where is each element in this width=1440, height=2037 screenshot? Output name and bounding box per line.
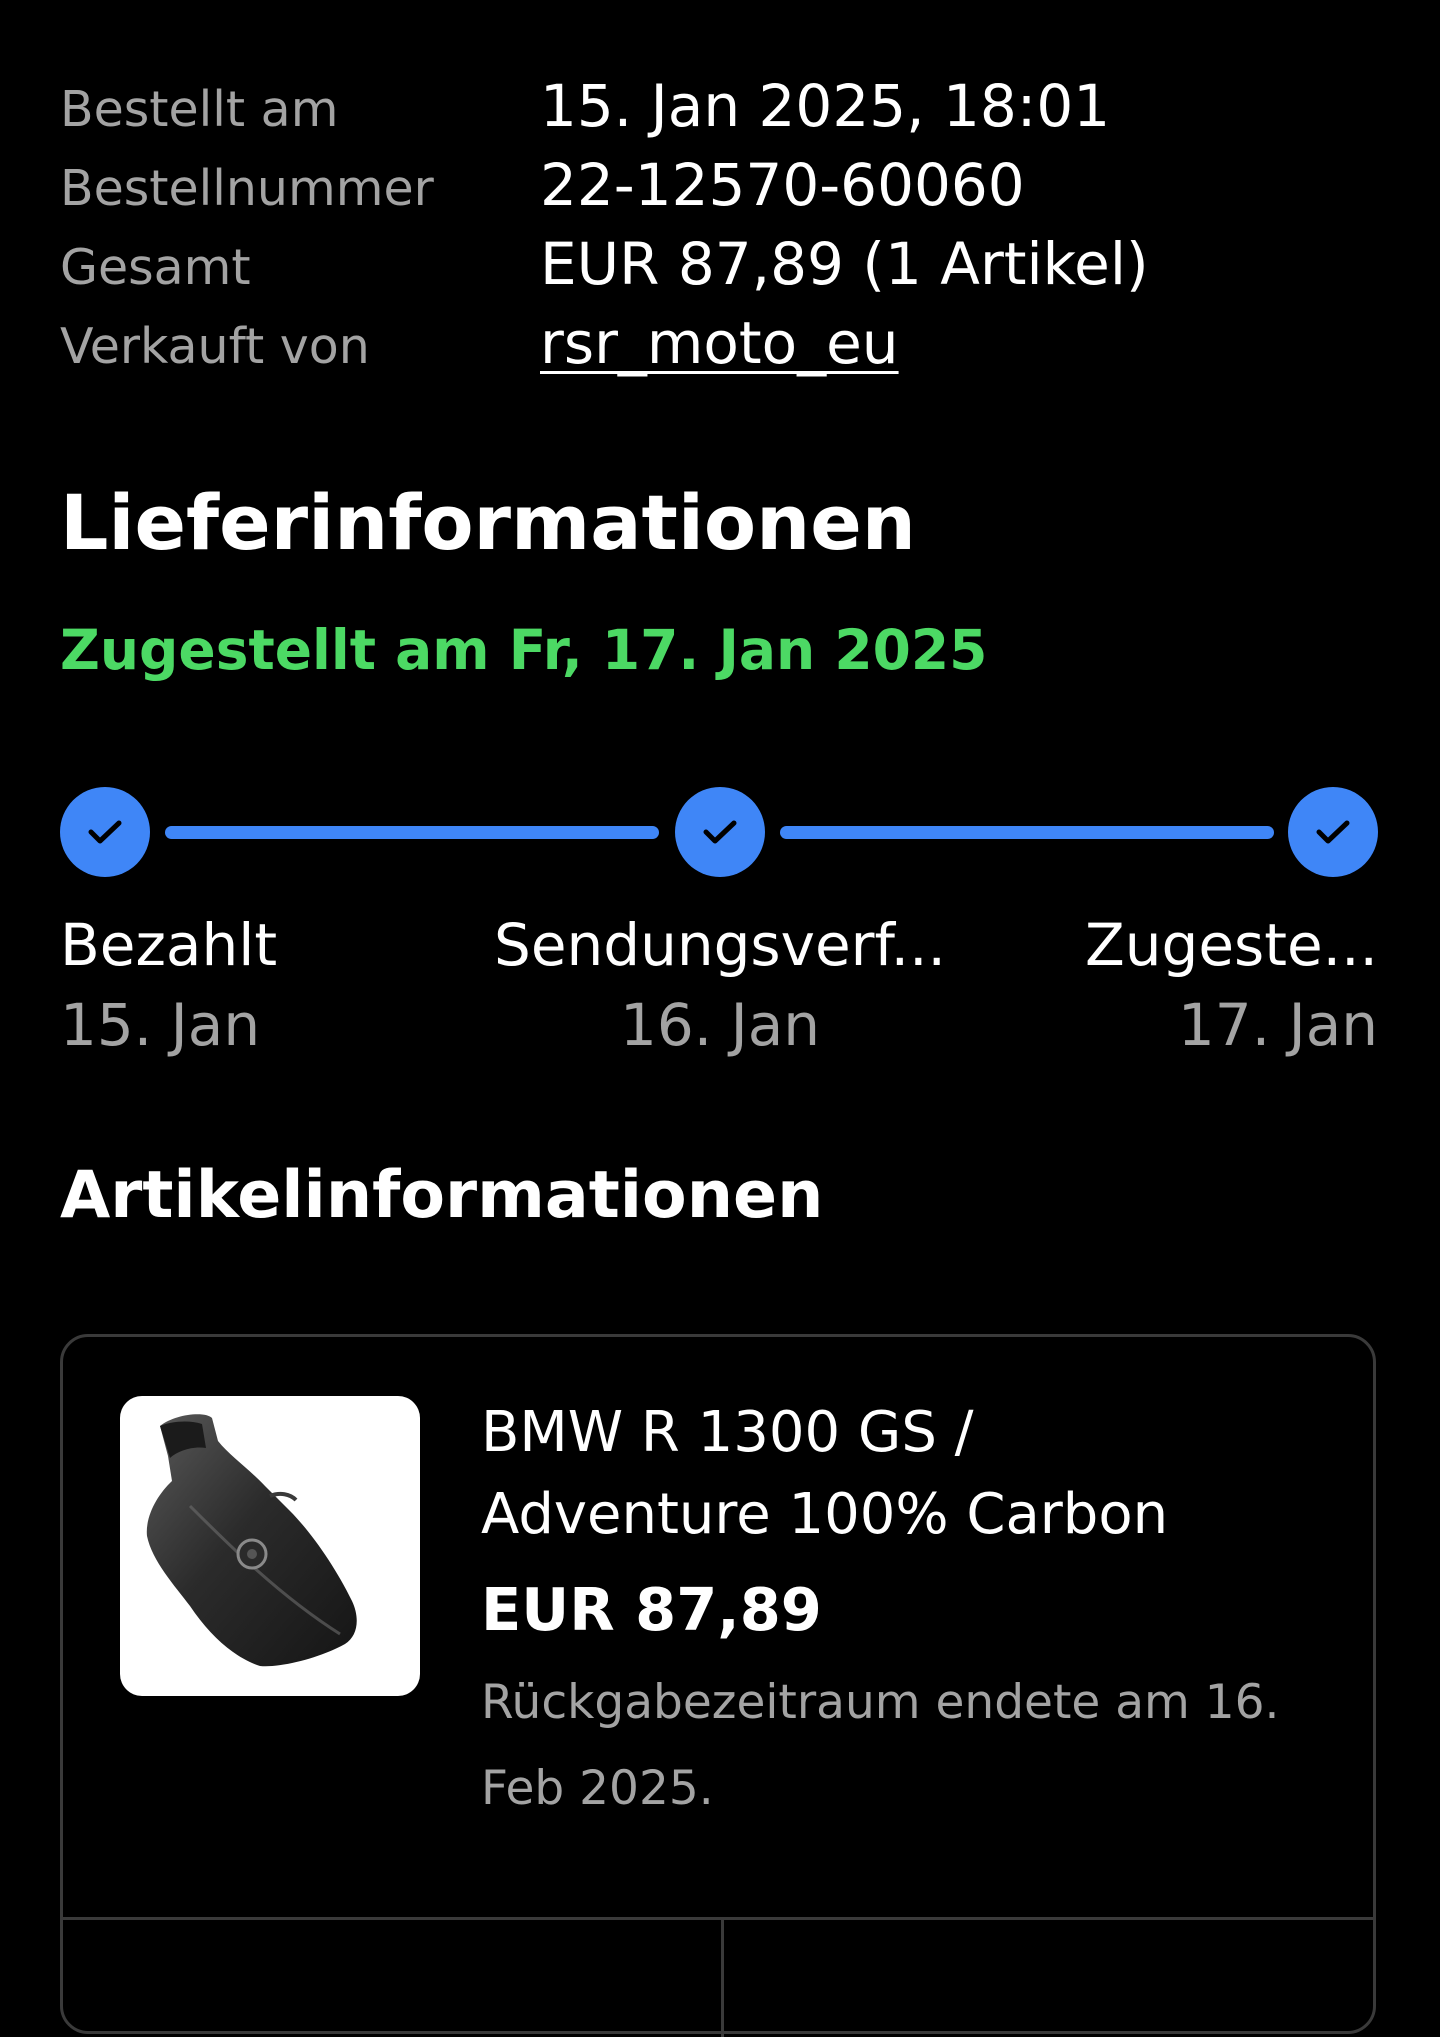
order-total-row: Gesamt EUR 87,89 (1 Artikel) [60,230,1380,309]
card-divider-vertical [721,1917,724,2037]
step-shipped-marker [675,787,765,877]
step-delivered-marker [1288,787,1378,877]
delivery-progress-tracker [60,787,1378,877]
item-name-line-1: BMW R 1300 GS / [481,1400,974,1465]
seller-row: Verkauft von rsr_moto_eu [60,309,1380,388]
check-icon [703,820,737,844]
order-date-label: Bestellt am [60,81,339,138]
step-shipped-label: Sendungsverf... [494,911,946,979]
order-number-row: Bestellnummer 22-12570-60060 [60,151,1380,230]
delivery-section-title: Lieferinformationen [60,478,916,567]
check-icon [1316,820,1350,844]
step-delivered-date: 17. Jan [1177,991,1378,1059]
carbon-part-image [146,1414,357,1667]
item-details: BMW R 1300 GS / Adventure 100% Carbon EU… [481,1392,1331,1832]
item-return-info: Rückgabezeitraum endete am 16. Feb 2025. [481,1660,1331,1832]
item-return-line-1: Rückgabezeitraum endete am 16. [481,1675,1280,1730]
item-price: EUR 87,89 [481,1575,822,1644]
item-section-title: Artikelinformationen [60,1158,824,1233]
step-shipped-date: 16. Jan [619,991,821,1059]
step-delivered: Zugeste... 17. Jan [1085,905,1378,1065]
item-card[interactable]: BMW R 1300 GS / Adventure 100% Carbon EU… [60,1334,1376,2037]
order-total-value: EUR 87,89 (1 Artikel) [540,230,1149,298]
order-number-value: 22-12570-60060 [540,151,1025,219]
item-image[interactable] [120,1396,420,1696]
step-shipped: Sendungsverf... 16. Jan [480,905,960,1065]
order-date-row: Bestellt am 15. Jan 2025, 18:01 [60,72,1380,151]
progress-line-2 [780,826,1274,839]
item-return-line-2: Feb 2025. [481,1761,714,1816]
order-date-value: 15. Jan 2025, 18:01 [540,72,1111,140]
step-paid: Bezahlt 15. Jan [60,905,277,1065]
order-summary: Bestellt am 15. Jan 2025, 18:01 Bestelln… [60,72,1380,388]
item-name[interactable]: BMW R 1300 GS / Adventure 100% Carbon [481,1392,1331,1556]
seller-label: Verkauft von [60,318,370,375]
card-divider [63,1917,1373,1920]
order-number-label: Bestellnummer [60,160,434,217]
step-paid-marker [60,787,150,877]
progress-line-1 [165,826,659,839]
step-paid-label: Bezahlt [60,911,278,979]
seller-link[interactable]: rsr_moto_eu [540,309,899,377]
step-delivered-label: Zugeste... [1085,911,1378,979]
delivery-status: Zugestellt am Fr, 17. Jan 2025 [60,618,988,682]
item-name-line-2: Adventure 100% Carbon [481,1482,1169,1547]
order-total-label: Gesamt [60,239,251,296]
step-paid-date: 15. Jan [60,991,261,1059]
check-icon [88,820,122,844]
